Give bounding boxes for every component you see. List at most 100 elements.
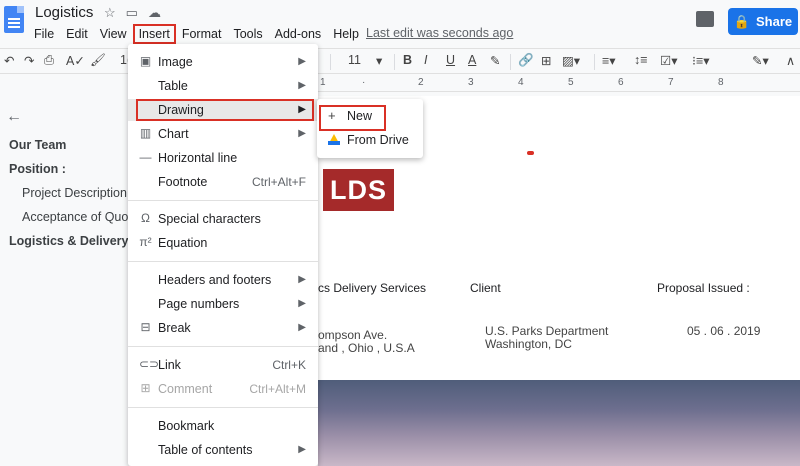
menu-tools[interactable]: Tools	[227, 27, 268, 41]
menu-item-footnote[interactable]: Footnote Ctrl+Alt+F	[128, 171, 318, 193]
menu-insert[interactable]: Insert	[132, 24, 176, 44]
comment-icon: ⊞	[140, 381, 151, 395]
menu-item-table[interactable]: Table ▶	[128, 75, 318, 97]
document-title[interactable]: Logistics	[35, 4, 93, 21]
spellcheck-icon[interactable]: A✓	[66, 53, 85, 68]
client-header: Client	[470, 281, 501, 295]
text-color-icon[interactable]: A	[468, 53, 476, 67]
insert-link-icon[interactable]: 🔗	[518, 53, 534, 68]
submenu-arrow-icon: ▶	[298, 128, 306, 139]
print-icon[interactable]: ⎙	[44, 53, 54, 68]
ruler-mark: 7	[668, 77, 674, 88]
submenu-item-from-drive[interactable]: From Drive	[317, 129, 423, 151]
menu-item-chart[interactable]: ▥ Chart ▶	[128, 123, 318, 145]
shortcut-text: Ctrl+Alt+M	[249, 382, 306, 396]
ruler-mark: 2	[418, 77, 424, 88]
menu-format[interactable]: Format	[176, 27, 228, 41]
ruler-mark: 8	[718, 77, 724, 88]
underline-icon[interactable]: U	[446, 53, 455, 67]
header-photo[interactable]	[318, 380, 800, 466]
comment-history-icon[interactable]	[696, 11, 714, 27]
menu-item-equation[interactable]: π² Equation	[128, 232, 318, 254]
toolbar: ↶ ↷ ⎙ A✓ 🖌 1( 11 ▾ B I U A ✎ 🔗 ⊞ ▨▾ ≡▾ ↕…	[0, 48, 800, 74]
menu-item-bookmark[interactable]: Bookmark	[128, 415, 318, 437]
client-line-2: Washington, DC	[485, 337, 572, 351]
editing-mode-icon[interactable]: ✎▾	[752, 53, 769, 68]
italic-icon[interactable]: I	[424, 53, 427, 67]
outline-item[interactable]: Logistics & Delivery Se	[9, 234, 147, 248]
menu-view[interactable]: View	[94, 27, 133, 41]
menu-item-table-of-contents[interactable]: Table of contents ▶	[128, 439, 318, 461]
bulleted-list-icon[interactable]: ⁝≡▾	[692, 53, 710, 68]
menu-item-drawing[interactable]: Drawing ▶	[128, 99, 318, 121]
submenu-arrow-icon: ▶	[298, 298, 306, 309]
submenu-arrow-icon: ▶	[298, 56, 306, 67]
last-edit-link[interactable]: Last edit was seconds ago	[366, 26, 513, 40]
submenu-item-new[interactable]: + New	[317, 105, 423, 131]
pi-icon: π²	[139, 235, 152, 249]
menu-edit[interactable]: Edit	[60, 27, 94, 41]
font-size-dropdown-icon[interactable]: ▾	[376, 53, 382, 68]
ruler[interactable]: 1 · 2 3 4 5 6 7 8	[318, 74, 800, 92]
title-icons: ☆ ▭ ☁	[104, 5, 161, 21]
company-logo: LDS	[323, 169, 394, 211]
outline-item[interactable]: Project Description	[22, 186, 127, 200]
submenu-arrow-icon: ▶	[298, 322, 306, 333]
outline-item[interactable]: Acceptance of Quote	[22, 210, 139, 224]
redo-icon[interactable]: ↷	[24, 53, 34, 68]
submenu-arrow-icon: ▶	[298, 104, 306, 115]
plus-icon: +	[328, 108, 336, 123]
omega-icon: Ω	[141, 211, 150, 225]
paint-format-icon[interactable]: 🖌	[90, 53, 106, 68]
company-name-header: cs Delivery Services	[318, 281, 427, 295]
menu-item-horizontal-line[interactable]: — Horizontal line	[128, 147, 318, 169]
shortcut-text: Ctrl+K	[272, 358, 306, 372]
drawing-submenu: + New From Drive	[317, 99, 423, 158]
menu-item-page-numbers[interactable]: Page numbers ▶	[128, 293, 318, 315]
menu-help[interactable]: Help	[327, 27, 365, 41]
share-label: Share	[756, 14, 793, 29]
docs-logo-icon[interactable]	[4, 6, 24, 33]
lock-icon: 🔒	[733, 13, 751, 29]
submenu-arrow-icon: ▶	[298, 444, 306, 455]
add-comment-icon[interactable]: ⊞	[541, 53, 551, 68]
menu-item-image[interactable]: ▣ Image ▶	[128, 51, 318, 73]
outline-item[interactable]: Our Team	[9, 138, 66, 152]
cursor-mark	[527, 151, 534, 155]
proposal-issued-header: Proposal Issued :	[657, 281, 750, 295]
horizontal-line-icon: —	[139, 150, 152, 164]
menu-item-break[interactable]: ⊟ Break ▶	[128, 317, 318, 339]
address-line-1: ompson Ave.	[318, 328, 388, 342]
back-arrow-icon[interactable]: ←	[6, 108, 22, 126]
undo-icon[interactable]: ↶	[4, 53, 14, 68]
star-icon[interactable]: ☆	[104, 5, 116, 21]
insert-image-icon[interactable]: ▨▾	[562, 53, 580, 68]
bold-icon[interactable]: B	[403, 53, 412, 67]
share-button[interactable]: 🔒 Share	[728, 8, 798, 35]
ruler-mark: 6	[618, 77, 624, 88]
image-icon: ▣	[139, 54, 152, 68]
menu-item-link[interactable]: ⊂⊃ Link Ctrl+K	[128, 354, 318, 376]
checklist-icon[interactable]: ☑▾	[660, 53, 677, 68]
menu-addons[interactable]: Add-ons	[269, 27, 328, 41]
line-spacing-icon[interactable]: ↕≡	[634, 53, 648, 67]
align-icon[interactable]: ≡▾	[602, 53, 616, 68]
ruler-mark: 4	[518, 77, 524, 88]
submenu-arrow-icon: ▶	[298, 80, 306, 91]
shortcut-text: Ctrl+Alt+F	[251, 175, 306, 189]
menu-item-special-characters[interactable]: Ω Special characters	[128, 208, 318, 230]
cloud-icon[interactable]: ☁	[148, 5, 161, 21]
menu-file[interactable]: File	[28, 27, 60, 41]
link-icon: ⊂⊃	[139, 357, 160, 371]
font-size-field[interactable]: 11	[348, 53, 361, 67]
submenu-arrow-icon: ▶	[298, 274, 306, 285]
collapse-icon[interactable]: ∧	[786, 53, 795, 68]
ruler-mark: ·	[362, 77, 366, 88]
folder-icon[interactable]: ▭	[126, 5, 138, 21]
outline-item[interactable]: Position :	[9, 162, 66, 176]
ruler-mark: 5	[568, 77, 574, 88]
highlight-color-icon[interactable]: ✎	[490, 53, 500, 68]
client-line-1: U.S. Parks Department	[485, 324, 609, 338]
menu-item-headers-footers[interactable]: Headers and footers ▶	[128, 269, 318, 291]
docs-window: Logistics ☆ ▭ ☁ File Edit View Insert Fo…	[0, 0, 800, 466]
